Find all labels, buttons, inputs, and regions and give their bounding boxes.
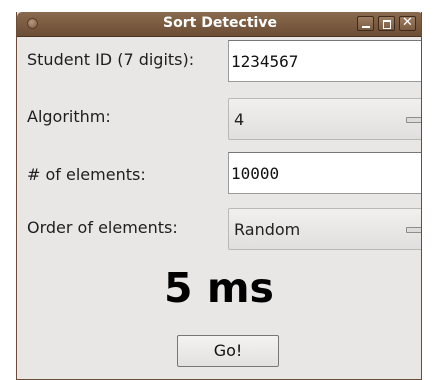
title-bar[interactable]: Sort Detective ✕	[17, 12, 421, 37]
result-time: 5 ms	[164, 264, 274, 312]
close-icon: ✕	[402, 15, 413, 30]
go-button[interactable]: Go!	[177, 335, 279, 367]
option-menu-indicator-icon	[406, 227, 421, 233]
order-select[interactable]: Random	[228, 208, 421, 250]
algorithm-value: 4	[234, 110, 245, 129]
order-label: Order of elements:	[27, 218, 178, 237]
student-id-input[interactable]: 1234567	[228, 40, 421, 82]
algorithm-select[interactable]: 4	[228, 98, 421, 140]
num-elements-input[interactable]: 10000	[228, 152, 421, 194]
maximize-button[interactable]	[378, 16, 395, 31]
app-window: Sort Detective ✕ Student ID (7 digits): …	[16, 12, 422, 380]
algorithm-label: Algorithm:	[27, 107, 111, 126]
order-value: Random	[234, 220, 301, 239]
option-menu-indicator-icon	[406, 117, 421, 123]
student-id-label: Student ID (7 digits):	[27, 50, 195, 69]
minimize-button[interactable]	[357, 16, 374, 31]
close-button[interactable]: ✕	[399, 15, 416, 31]
num-elements-label: # of elements:	[27, 165, 146, 184]
